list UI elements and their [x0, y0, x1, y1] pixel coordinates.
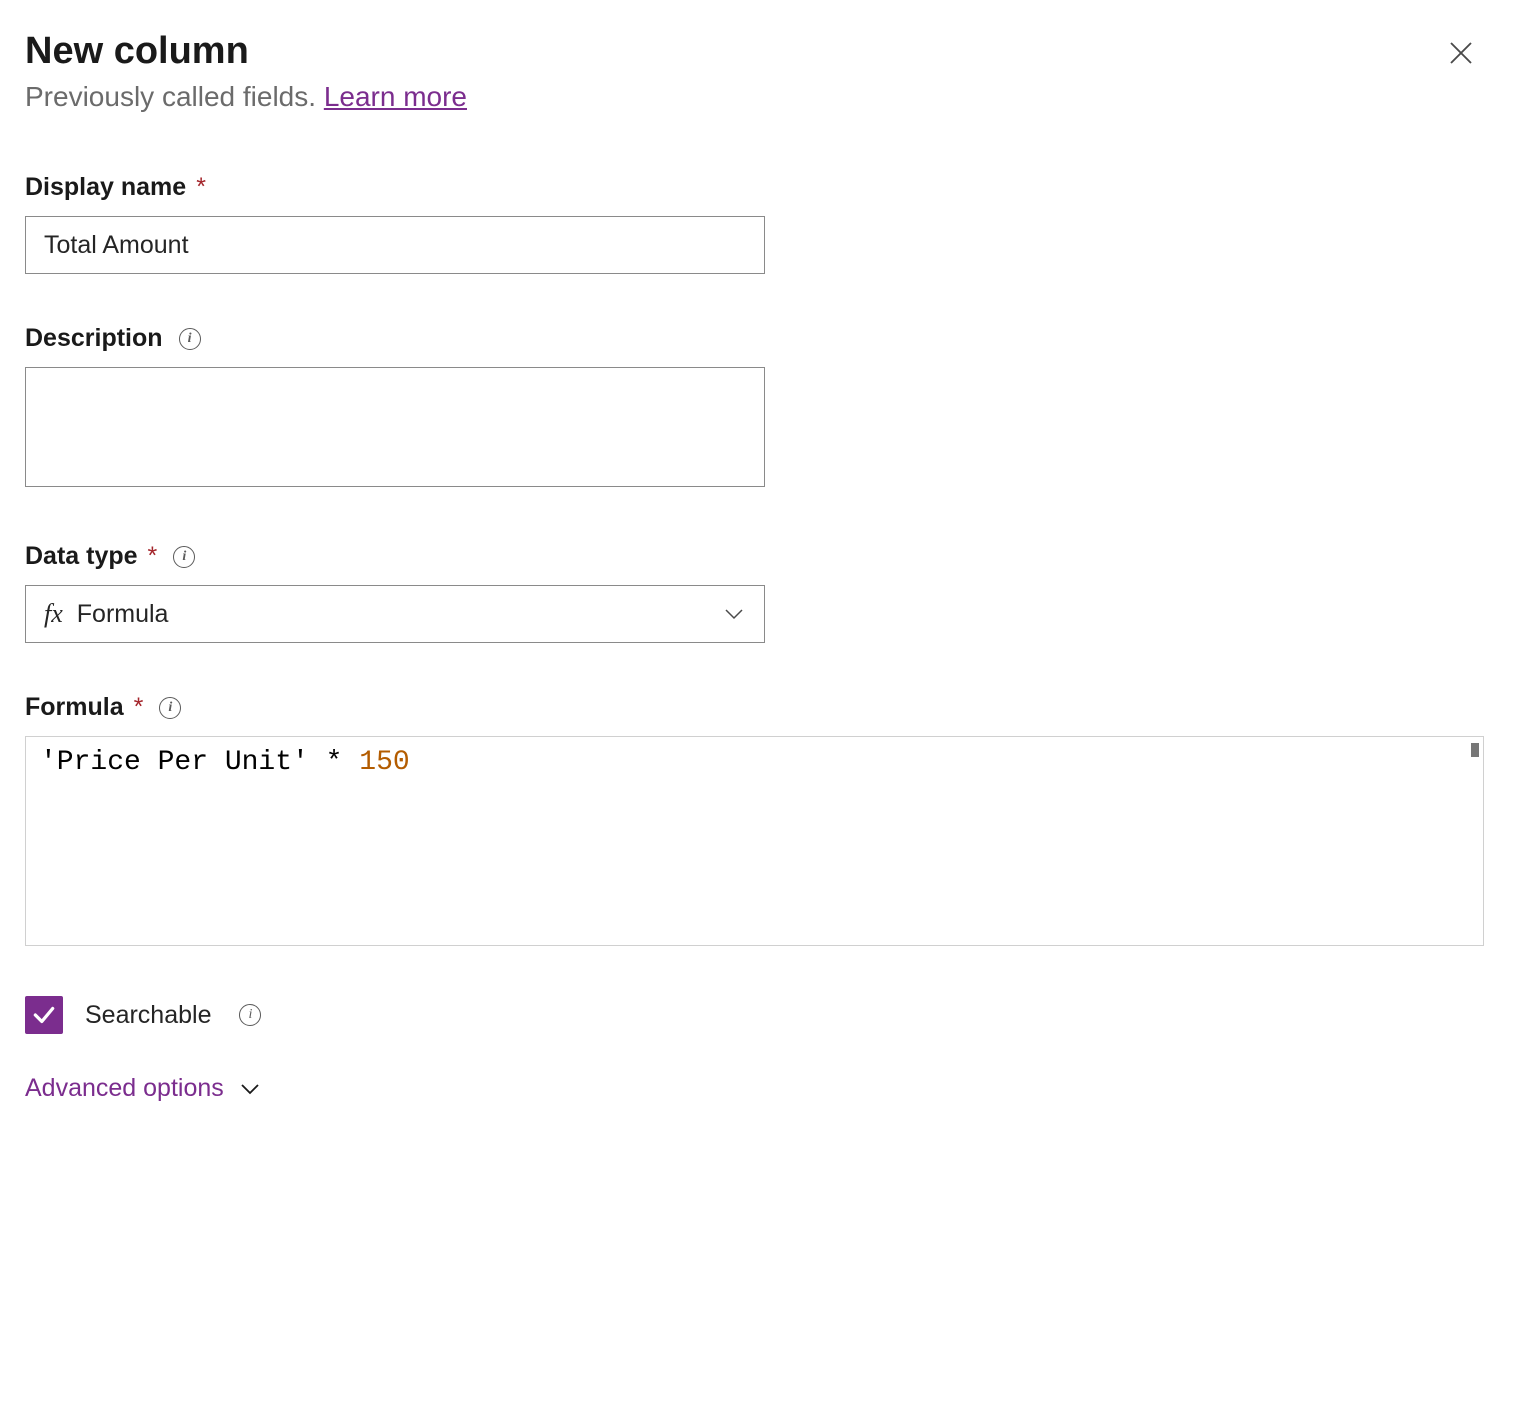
formula-token-operator: *	[309, 747, 359, 778]
chevron-down-icon	[722, 602, 746, 626]
chevron-down-icon	[238, 1077, 262, 1101]
searchable-label: Searchable	[85, 1001, 211, 1030]
data-type-selected-value: Formula	[77, 600, 722, 629]
info-icon[interactable]: i	[159, 697, 181, 719]
checkmark-icon	[31, 1002, 57, 1028]
required-marker: *	[134, 693, 144, 722]
description-label: Description i	[25, 324, 1484, 353]
display-name-input[interactable]	[25, 216, 765, 274]
learn-more-link[interactable]: Learn more	[324, 81, 467, 112]
advanced-options-label: Advanced options	[25, 1074, 224, 1103]
searchable-row: Searchable i	[25, 996, 1484, 1034]
formula-fx-icon: fx	[44, 599, 63, 629]
data-type-field-group: Data type * i fx Formula	[25, 542, 1484, 643]
data-type-label: Data type * i	[25, 542, 1484, 571]
searchable-checkbox[interactable]	[25, 996, 63, 1034]
formula-token-string: 'Price Per Unit'	[40, 747, 309, 778]
info-icon[interactable]: i	[179, 328, 201, 350]
close-button[interactable]	[1438, 30, 1484, 81]
formula-label-text: Formula	[25, 693, 124, 722]
panel-subtitle: Previously called fields. Learn more	[25, 81, 467, 113]
info-icon[interactable]: i	[173, 546, 195, 568]
formula-label: Formula * i	[25, 693, 1484, 722]
formula-editor[interactable]: 'Price Per Unit' * 150	[25, 736, 1484, 946]
data-type-select[interactable]: fx Formula	[25, 585, 765, 643]
formula-token-number: 150	[359, 747, 409, 778]
data-type-label-text: Data type	[25, 542, 138, 571]
required-marker: *	[196, 173, 206, 202]
display-name-field-group: Display name *	[25, 173, 1484, 274]
display-name-label-text: Display name	[25, 173, 186, 202]
panel-title: New column	[25, 30, 467, 73]
description-input[interactable]	[25, 367, 765, 487]
description-field-group: Description i	[25, 324, 1484, 492]
subtitle-text: Previously called fields.	[25, 81, 324, 112]
required-marker: *	[148, 542, 158, 571]
advanced-options-toggle[interactable]: Advanced options	[25, 1074, 262, 1103]
display-name-label: Display name *	[25, 173, 1484, 202]
description-label-text: Description	[25, 324, 163, 353]
formula-field-group: Formula * i 'Price Per Unit' * 150	[25, 693, 1484, 946]
info-icon[interactable]: i	[239, 1004, 261, 1026]
close-icon	[1446, 38, 1476, 68]
